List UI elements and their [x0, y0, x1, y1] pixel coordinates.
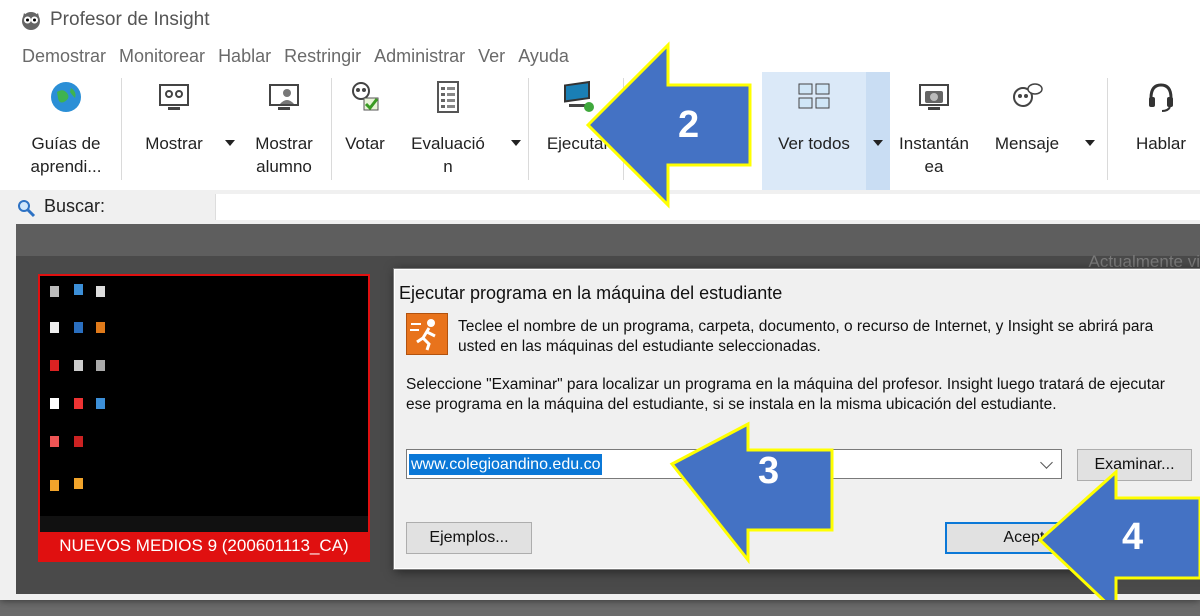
- student-thumbnail[interactable]: NUEVOS MEDIOS 9 (200601113_CA): [38, 274, 370, 562]
- camera-icon: [919, 84, 949, 110]
- vote-button[interactable]: Votar: [336, 72, 394, 190]
- globe-icon: [51, 82, 81, 112]
- menu-ayuda[interactable]: Ayuda: [518, 46, 569, 67]
- callout-number-4: 4: [1122, 516, 1144, 558]
- desktop-icon: [74, 360, 83, 371]
- callout-number-2: 2: [678, 104, 700, 146]
- show-student-label-2: alumno: [256, 157, 312, 176]
- show-label: Mostrar: [145, 134, 203, 153]
- desktop-icon: [74, 478, 83, 489]
- dialog-browse-info-text: Seleccione "Examinar" para localizar un …: [406, 376, 1165, 413]
- menu-monitorear[interactable]: Monitorear: [119, 46, 205, 67]
- desktop-icon: [74, 322, 83, 333]
- ribbon-separator: [331, 78, 332, 180]
- message-owl-icon: [1013, 83, 1043, 107]
- evaluation-button[interactable]: Evaluació n: [398, 72, 521, 190]
- chevron-down-icon[interactable]: [1040, 456, 1053, 469]
- desktop-icon: [74, 398, 83, 409]
- show-student-label-1: Mostrar: [255, 134, 313, 153]
- evaluation-label-1: Evaluació: [411, 134, 485, 153]
- vote-check-icon: [352, 82, 379, 111]
- snapshot-label-2: ea: [924, 157, 944, 176]
- callout-arrow-3: 3: [668, 420, 838, 570]
- dialog-intro-text: Teclee el nombre de un programa, carpeta…: [458, 318, 1154, 355]
- monitor-student-icon: [269, 84, 299, 110]
- desktop-icon: [74, 284, 83, 295]
- evaluation-label-2: n: [443, 157, 453, 176]
- view-header-band: [16, 224, 1200, 256]
- talk-button[interactable]: Hablar: [1128, 72, 1194, 190]
- menu-demostrar[interactable]: Demostrar: [22, 46, 106, 67]
- run-program-icon: [406, 313, 448, 355]
- evaluation-dropdown-arrow[interactable]: [511, 140, 521, 146]
- checklist-icon: [437, 81, 459, 113]
- examples-button[interactable]: Ejemplos...: [406, 522, 532, 554]
- title-bar: Profesor de Insight: [0, 0, 1200, 40]
- ribbon-separator: [1107, 78, 1108, 180]
- callout-arrow-4: 4: [1036, 468, 1200, 600]
- guides-button[interactable]: Guías de aprendi...: [18, 72, 114, 190]
- student-taskbar: [40, 516, 368, 532]
- show-dropdown-arrow[interactable]: [225, 140, 235, 146]
- program-input-value: www.colegioandino.edu.co: [409, 454, 603, 475]
- show-button[interactable]: Mostrar: [128, 72, 235, 190]
- message-dropdown-arrow[interactable]: [1085, 140, 1095, 146]
- ribbon-separator: [528, 78, 529, 180]
- menu-ver[interactable]: Ver: [478, 46, 505, 67]
- desktop-icon: [96, 286, 105, 297]
- desktop-icon: [50, 360, 59, 371]
- desktop-icon: [50, 398, 59, 409]
- snapshot-label-1: Instantán: [899, 134, 969, 153]
- monitor-owl-icon: [159, 84, 189, 110]
- menu-restringir[interactable]: Restringir: [284, 46, 361, 67]
- desktop-icon: [50, 322, 59, 333]
- desktop-icon: [50, 436, 59, 447]
- vote-label: Votar: [345, 134, 385, 153]
- desktop-icon: [96, 322, 105, 333]
- search-icon: [18, 200, 36, 218]
- desktop-icon: [96, 360, 105, 371]
- desktop-icon: [96, 398, 105, 409]
- view-all-dropdown-arrow[interactable]: [873, 140, 883, 146]
- guides-label-1: Guías de: [31, 134, 101, 153]
- talk-label: Hablar: [1135, 134, 1187, 153]
- desktop-icon: [74, 436, 83, 447]
- student-caption: NUEVOS MEDIOS 9 (200601113_CA): [40, 532, 368, 560]
- message-label: Mensaje: [994, 134, 1060, 153]
- callout-arrow-2: 2: [580, 40, 760, 210]
- show-student-button[interactable]: Mostrar alumno: [243, 72, 325, 190]
- view-all-label: Ver todos: [778, 134, 850, 153]
- view-all-button[interactable]: Ver todos: [762, 72, 866, 190]
- headset-icon: [1149, 83, 1173, 112]
- snapshot-button[interactable]: Instantán ea: [892, 72, 976, 190]
- view-all-dropdown[interactable]: [866, 72, 890, 190]
- dialog-title: Ejecutar programa en la máquina del estu…: [399, 283, 783, 303]
- app-window: Profesor de Insight Demostrar Monitorear…: [0, 0, 1200, 600]
- owl-app-icon: [22, 12, 40, 30]
- ribbon-separator: [121, 78, 122, 180]
- message-button[interactable]: Mensaje: [980, 72, 1095, 190]
- menu-administrar[interactable]: Administrar: [374, 46, 465, 67]
- window-title: Profesor de Insight: [50, 9, 210, 30]
- view-all-grid-icon: [798, 83, 830, 109]
- callout-number-3: 3: [758, 450, 780, 492]
- search-label: Buscar:: [44, 196, 106, 216]
- guides-label-2: aprendi...: [30, 157, 102, 176]
- menu-hablar[interactable]: Hablar: [218, 46, 271, 67]
- desktop-icon: [50, 286, 59, 297]
- desktop-icon: [50, 480, 59, 491]
